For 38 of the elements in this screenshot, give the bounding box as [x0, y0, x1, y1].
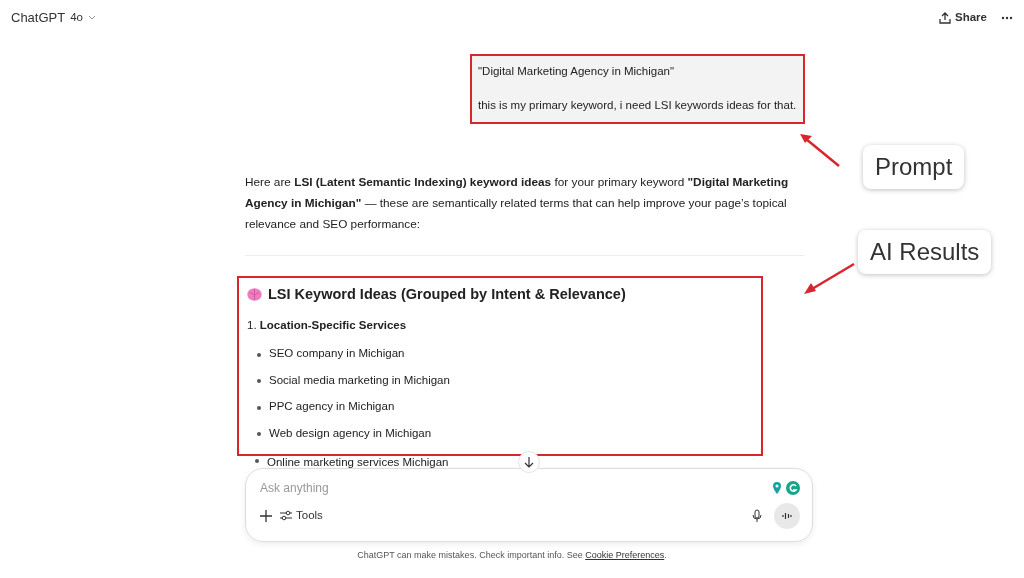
brain-icon [247, 287, 262, 301]
waveform-icon [782, 510, 792, 521]
share-icon [939, 12, 952, 24]
bullet-icon [257, 432, 261, 436]
pin-icon[interactable] [771, 480, 783, 495]
section-heading: LSI Keyword Ideas (Grouped by Intent & Relevance) [268, 284, 626, 304]
keyword-item: Online marketing services Michigan [267, 455, 449, 468]
prompt-text: "Digital Marketing Agency in Michigan" [478, 64, 676, 79]
message-input[interactable]: Ask anything [260, 478, 460, 497]
tools-button[interactable]: Tools [278, 504, 325, 527]
prompt-text: this is my primary keyword, i need LSI keywords ideas for that. [478, 98, 797, 114]
keyword-item: Social media marketing in Michigan [269, 372, 450, 388]
bullet-icon [257, 379, 261, 383]
scroll-down-button[interactable] [518, 451, 540, 473]
grammar-logo-icon[interactable] [786, 480, 800, 495]
annotation-arrow [798, 133, 842, 169]
plus-icon[interactable] [260, 509, 272, 522]
subsection-title: 1. Location-Specific Services [247, 318, 408, 334]
sliders-icon [280, 510, 292, 521]
microphone-icon[interactable] [752, 508, 762, 523]
voice-mode-button[interactable] [774, 502, 800, 529]
bullet-icon [257, 405, 261, 410]
annotation-label: AI Results [858, 230, 992, 274]
chevron-down-icon [88, 15, 96, 21]
bullet-icon [255, 458, 259, 463]
arrow-down-icon [524, 456, 534, 468]
keyword-item: Web design agency in Michigan [269, 425, 432, 441]
disclaimer-text: ChatGPT can make mistakes. Check important info. See Cookie Preferences. [356, 548, 668, 562]
more-options-icon[interactable] [1001, 16, 1013, 20]
annotation-label: Prompt [863, 145, 965, 189]
response-intro: Here are LSI (Latent Semantic Indexing) keyword ideas for your primary keyword "Digital Marketing Agency in Michigan" — these are semantically related terms that can help improve your page’s topical relevance and SEO performance: [245, 173, 790, 233]
keyword-item: PPC agency in Michigan [269, 399, 395, 415]
app-title: ChatGPT [11, 9, 66, 28]
keyword-item: SEO company in Michigan [269, 346, 405, 362]
model-selector[interactable]: 4o [68, 7, 85, 29]
share-button[interactable]: Share [937, 7, 989, 29]
annotation-arrow [802, 262, 856, 296]
bullet-icon [257, 352, 261, 357]
